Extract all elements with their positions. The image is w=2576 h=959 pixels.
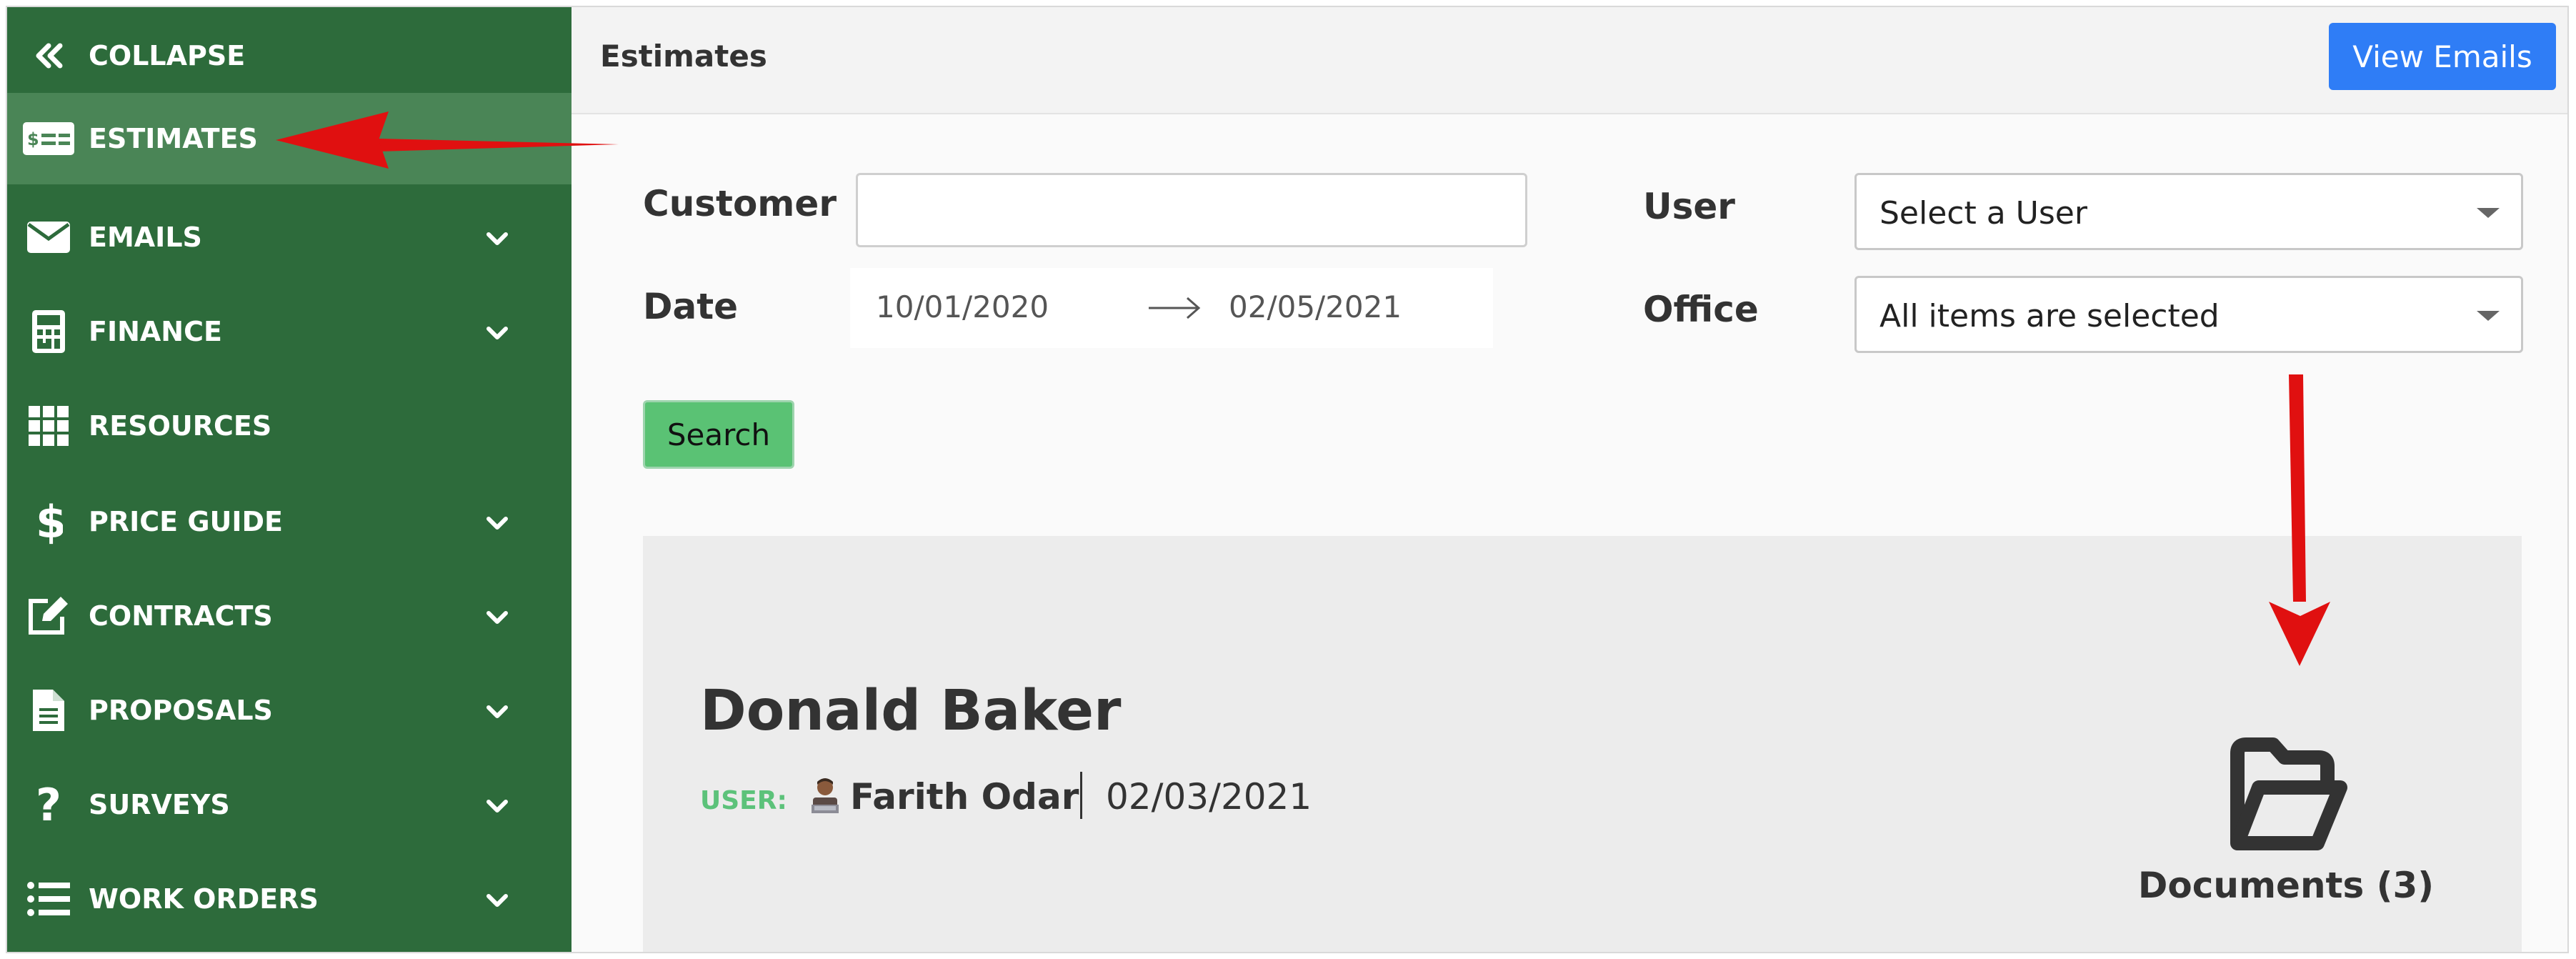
dollar-icon: $ <box>20 499 77 545</box>
app-window: COLLAPSE $ ESTIMATES EMAILS FINANCE RESO… <box>6 6 2569 953</box>
header: Estimates View Emails <box>571 7 2567 114</box>
estimate-card[interactable]: Donald Baker USER: Farith Odar 02/03/202… <box>643 536 2522 952</box>
envelope-icon <box>20 216 77 259</box>
question-icon: ? <box>20 782 77 828</box>
chevron-down-icon[interactable] <box>483 886 511 915</box>
documents-label: Documents (3) <box>2137 865 2435 906</box>
sidebar-item-resources[interactable]: RESOURCES <box>7 383 571 469</box>
grid-icon <box>20 404 77 447</box>
customer-name: Donald Baker <box>700 679 1122 743</box>
sidebar-item-label: WORK ORDERS <box>89 883 319 915</box>
search-button[interactable]: Search <box>643 400 794 469</box>
svg-text:$: $ <box>27 129 39 149</box>
sidebar-item-contracts[interactable]: CONTRACTS <box>7 573 571 659</box>
divider <box>1080 772 1082 819</box>
sidebar-item-surveys[interactable]: ? SURVEYS <box>7 762 571 848</box>
office-label: Office <box>1643 289 1759 330</box>
sidebar-item-emails[interactable]: EMAILS <box>7 194 571 280</box>
sidebar-item-collapse[interactable]: COLLAPSE <box>7 13 571 99</box>
view-emails-button[interactable]: View Emails <box>2329 23 2556 90</box>
customer-input[interactable] <box>856 173 1527 247</box>
double-chevron-left-icon <box>20 34 77 77</box>
user-label: User <box>1643 186 1735 227</box>
edit-icon <box>20 595 77 637</box>
estimate-date: 02/03/2021 <box>1106 776 1312 818</box>
sidebar-item-finance[interactable]: FINANCE <box>7 289 571 374</box>
documents-button[interactable]: Documents (3) <box>2136 736 2436 906</box>
chevron-down-icon[interactable] <box>483 697 511 726</box>
chevron-down-icon[interactable] <box>483 224 511 253</box>
main-content: Customer Date 10/01/2020 02/05/2021 User… <box>571 114 2567 952</box>
sidebar-item-label: PRICE GUIDE <box>89 506 284 537</box>
document-icon <box>20 689 77 732</box>
sidebar-item-work-orders[interactable]: WORK ORDERS <box>7 856 571 942</box>
svg-text:?: ? <box>36 782 61 828</box>
estimate-bill-icon: $ <box>20 117 77 160</box>
user-name: Farith Odar <box>850 776 1079 818</box>
list-icon <box>20 878 77 920</box>
chevron-down-icon[interactable] <box>483 509 511 537</box>
customer-label: Customer <box>643 183 837 224</box>
office-select-value: All items are selected <box>1879 298 2220 334</box>
date-range-picker[interactable]: 10/01/2020 02/05/2021 <box>850 268 1493 348</box>
caret-down-icon <box>2477 208 2500 218</box>
sidebar-item-label: SURVEYS <box>89 789 230 820</box>
sidebar-item-label: CONTRACTS <box>89 600 273 632</box>
arrow-right-icon <box>1149 297 1201 319</box>
date-from-input[interactable]: 10/01/2020 <box>876 289 1049 324</box>
sidebar-item-label: ESTIMATES <box>89 123 258 154</box>
sidebar-item-label: FINANCE <box>89 316 222 347</box>
sidebar-item-label: PROPOSALS <box>89 695 273 726</box>
technologist-emoji-icon <box>812 778 839 813</box>
caret-down-icon <box>2477 311 2500 321</box>
sidebar-item-label: EMAILS <box>89 222 202 253</box>
chevron-down-icon[interactable] <box>483 603 511 632</box>
sidebar-item-proposals[interactable]: PROPOSALS <box>7 667 571 753</box>
sidebar: COLLAPSE $ ESTIMATES EMAILS FINANCE RESO… <box>7 7 571 952</box>
chevron-down-icon[interactable] <box>483 319 511 347</box>
chevron-down-icon[interactable] <box>483 792 511 820</box>
date-to-input[interactable]: 02/05/2021 <box>1229 289 1402 324</box>
user-select[interactable]: Select a User <box>1854 173 2523 250</box>
svg-text:$: $ <box>36 499 63 545</box>
sidebar-item-price-guide[interactable]: $ PRICE GUIDE <box>7 479 571 565</box>
sidebar-item-estimates[interactable]: $ ESTIMATES <box>7 93 571 184</box>
user-select-value: Select a User <box>1879 195 2087 232</box>
sidebar-item-label: COLLAPSE <box>89 40 246 71</box>
user-field-label: USER: <box>700 786 787 815</box>
folder-open-icon <box>2230 737 2347 850</box>
calculator-icon <box>20 310 77 353</box>
date-label: Date <box>643 286 739 327</box>
office-select[interactable]: All items are selected <box>1854 276 2523 353</box>
page-title: Estimates <box>600 39 767 74</box>
sidebar-item-label: RESOURCES <box>89 410 272 442</box>
